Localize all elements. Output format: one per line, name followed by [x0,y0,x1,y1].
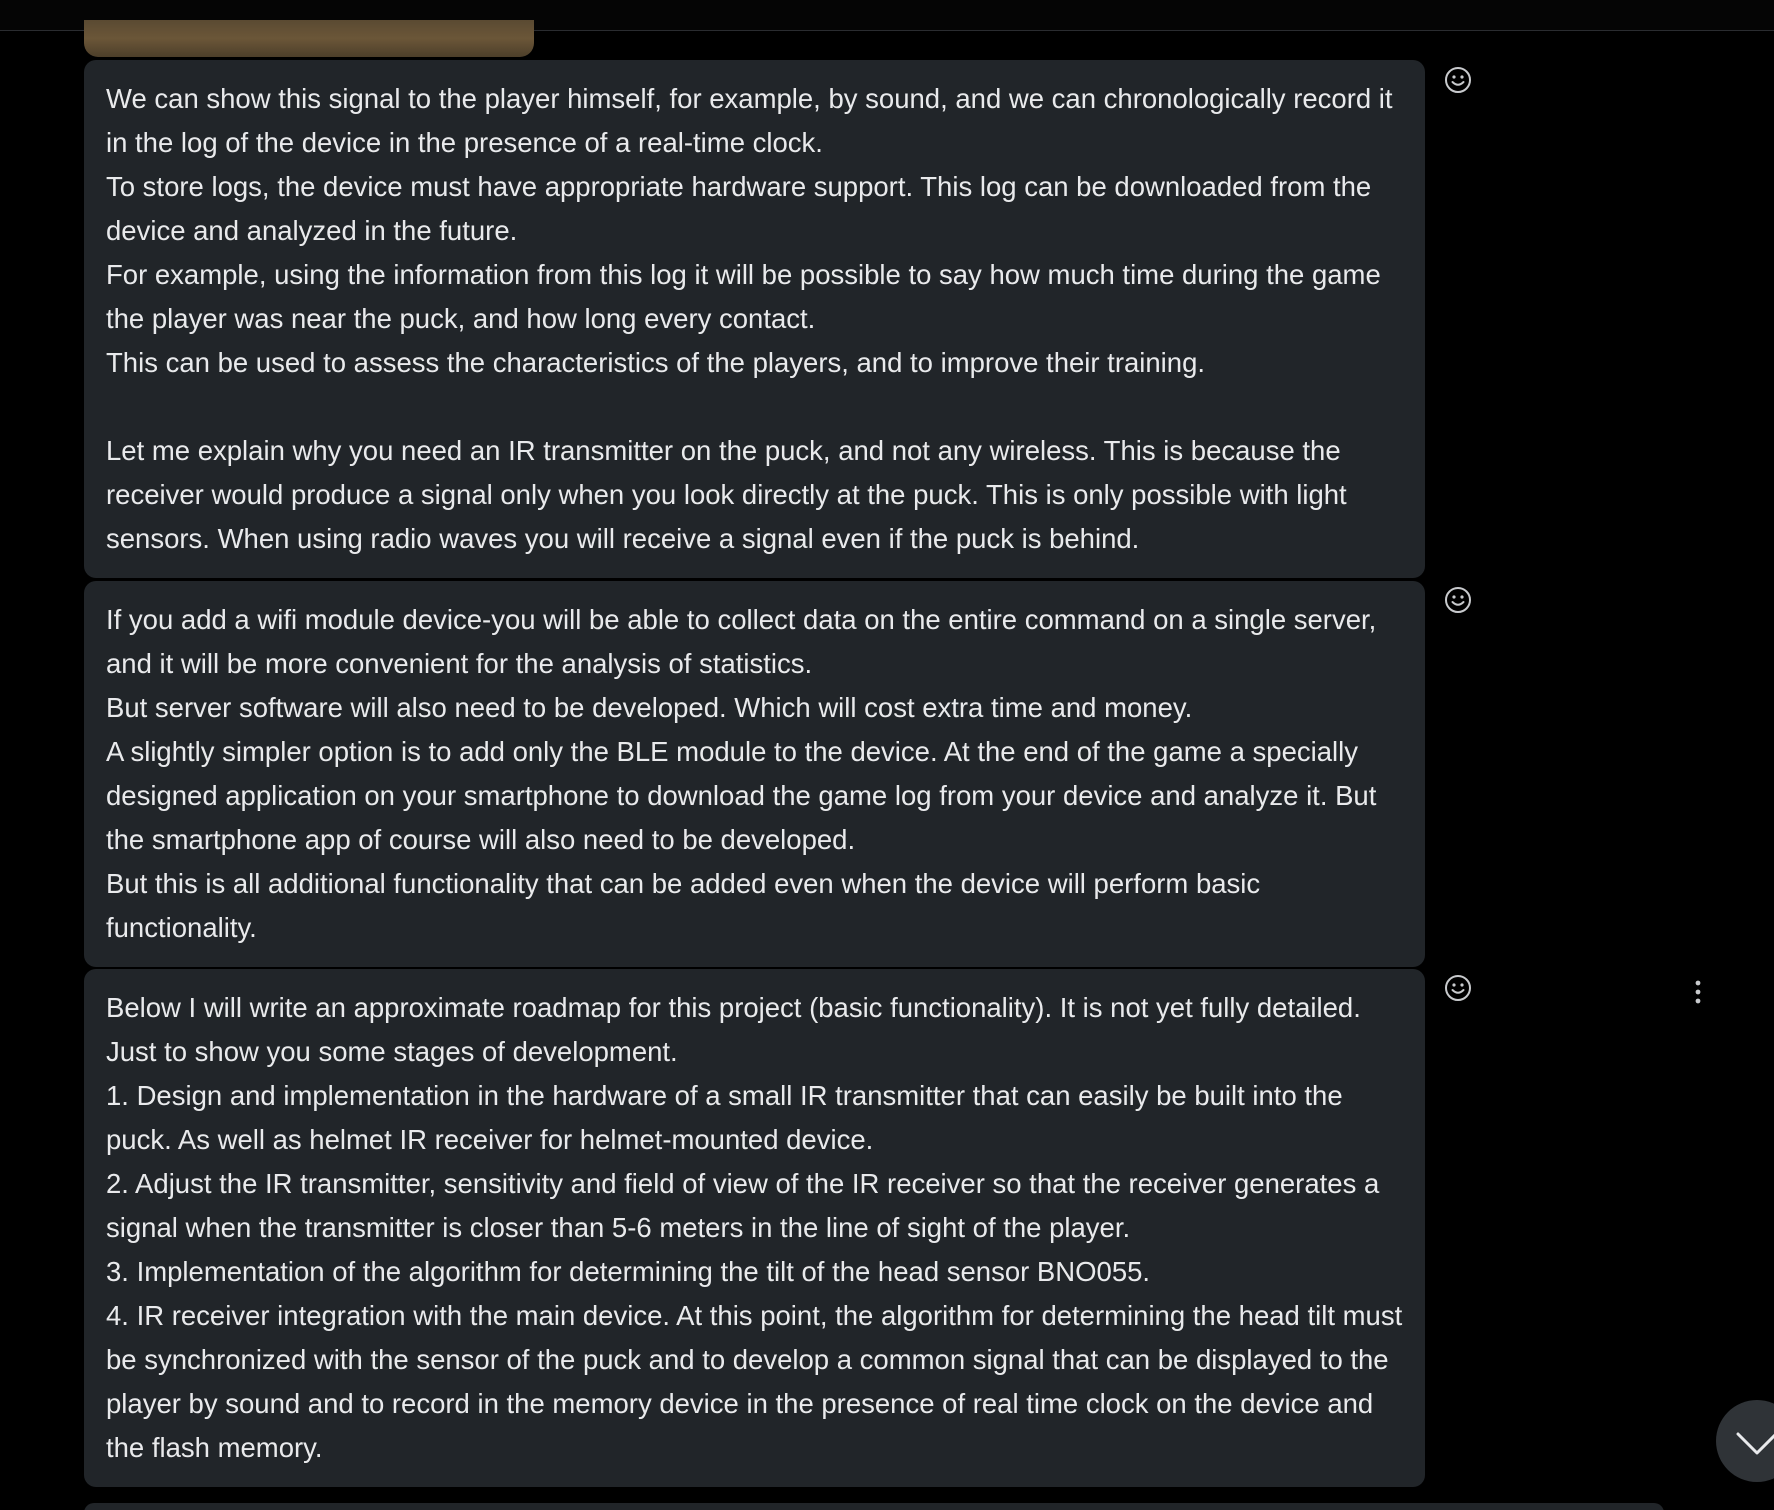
message-paragraph: We can show this signal to the player hi… [106,83,1401,158]
smiley-face-icon[interactable] [1444,586,1472,614]
message-bubble[interactable]: If you add a wifi module device-you will… [84,581,1425,967]
message-paragraph: For example, using the information from … [106,259,1389,334]
chat-window: We can show this signal to the player hi… [0,0,1774,1510]
message-paragraph: If you add a wifi module device-you will… [106,604,1384,679]
message-bubble-partial [84,1503,1664,1510]
scroll-to-bottom-button[interactable] [1716,1400,1774,1482]
message-paragraph: To store logs, the device must have appr… [106,171,1379,246]
smiley-face-icon[interactable] [1444,974,1472,1002]
vertical-dots-icon[interactable] [1688,978,1708,1008]
message-paragraph: 2. Adjust the IR transmitter, sensitivit… [106,1168,1387,1243]
message-paragraph: 1. Design and implementation in the hard… [106,1080,1351,1155]
message-paragraph: But this is all additional functionality… [106,868,1268,943]
message-paragraph: Below I will write an approximate roadma… [106,992,1369,1067]
message-bubble[interactable]: Below I will write an approximate roadma… [84,969,1425,1487]
message-paragraph-blank [106,385,1403,429]
message-paragraph: A slightly simpler option is to add only… [106,736,1385,855]
message-paragraph: But server software will also need to be… [106,692,1193,723]
message-paragraph: 4. IR receiver integration with the main… [106,1300,1410,1463]
smiley-face-icon[interactable] [1444,66,1472,94]
message-bubble[interactable]: We can show this signal to the player hi… [84,60,1425,578]
message-paragraph: Let me explain why you need an IR transm… [106,435,1355,554]
chevron-down-icon [1736,1432,1774,1455]
image-attachment[interactable] [84,20,534,57]
message-paragraph: 3. Implementation of the algorithm for d… [106,1256,1151,1287]
message-paragraph: This can be used to assess the character… [106,347,1206,378]
